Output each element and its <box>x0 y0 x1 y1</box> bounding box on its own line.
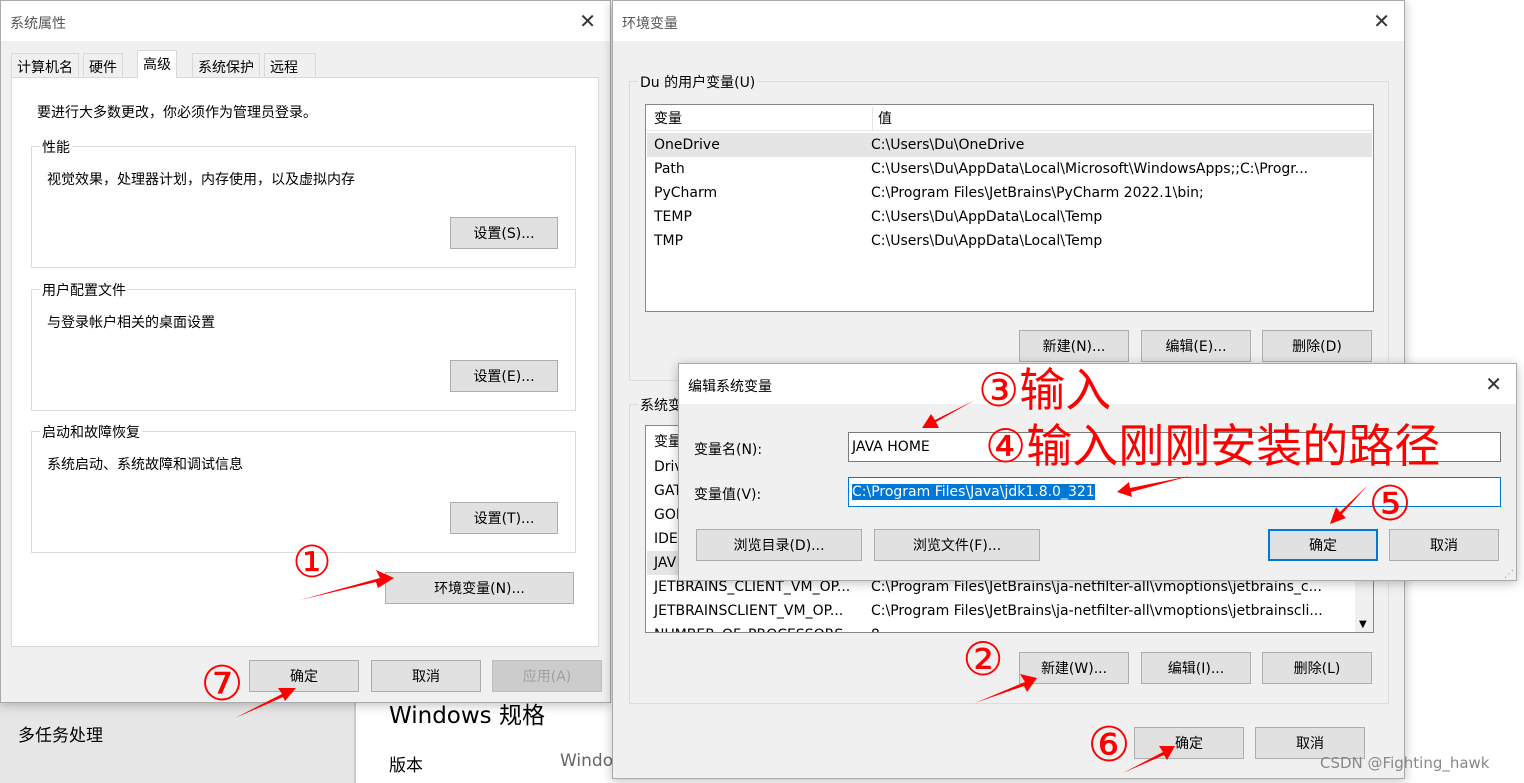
arrow-5 <box>1330 485 1368 524</box>
arrow-3 <box>922 400 975 428</box>
annotation-7: ⑦ <box>200 656 244 712</box>
annotation-3: ③输入 <box>978 363 1112 417</box>
annotation-4: ④输入刚刚安装的路径 <box>985 419 1441 473</box>
annotation-5: ⑤ <box>1368 476 1412 532</box>
annotation-1: ① <box>292 536 332 588</box>
annotation-2: ② <box>962 632 1004 686</box>
arrow-4 <box>1117 476 1190 497</box>
annotation-6: ⑥ <box>1087 717 1131 773</box>
tab-advanced[interactable]: 高级 <box>137 50 177 78</box>
watermark: CSDN @Fighting_hawk <box>1320 754 1490 772</box>
